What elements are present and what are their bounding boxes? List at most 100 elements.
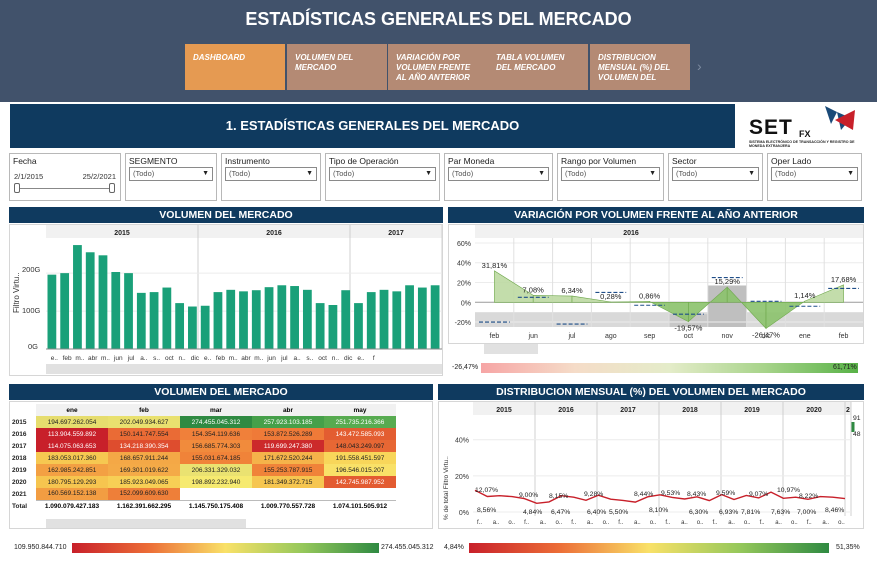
filter-label: Par Moneda: [448, 156, 495, 166]
month-tick-label: m..: [75, 355, 84, 362]
par-moneda-select[interactable]: (Todo) ▼: [448, 167, 549, 181]
rango-volumen-select[interactable]: (Todo) ▼: [561, 167, 660, 181]
month-tick-label: a..: [587, 520, 594, 526]
table-cell: 168.657.911.244: [108, 452, 180, 464]
distribucion-chart-title: DISTRIBUCION MENSUAL (%) DEL VOLUMEN DEL…: [438, 384, 864, 400]
nav-next-arrow-icon[interactable]: ›: [697, 58, 702, 74]
month-tick-label: m..: [101, 355, 110, 362]
instrumento-select[interactable]: (Todo) ▼: [225, 167, 317, 181]
table-row: 2015 194.697.262.054 202.049.934.627 274.45…: [10, 416, 396, 428]
table-cell: 171.672.520.244: [252, 452, 324, 464]
y-tick-label: 20%: [457, 281, 471, 288]
year-label: 2015: [114, 230, 130, 237]
y-tick-label: 60%: [457, 241, 471, 248]
tabla-horizontal-scrollbar[interactable]: [46, 519, 246, 528]
year-label: 2017: [620, 407, 636, 414]
segmento-select[interactable]: (Todo) ▼: [129, 167, 213, 181]
month-tick-label: n..: [332, 355, 339, 362]
distribucion-color-legend: [469, 543, 829, 553]
select-value: (Todo): [775, 169, 797, 178]
volumen-horizontal-scrollbar[interactable]: [46, 364, 442, 374]
month-tick-label: ago: [605, 333, 617, 340]
table-cell: 181.349.372.715: [252, 476, 324, 488]
year-label: 2015: [496, 407, 512, 414]
fecha-slider-end-handle[interactable]: [109, 183, 115, 193]
nav-variacion[interactable]: VARIACIÓN POR VOLUMEN FRENTE AL AÑO ANTE…: [388, 44, 488, 90]
volume-bar: [175, 303, 185, 349]
variacion-legend-min: -26,47%: [452, 364, 479, 371]
filter-segmento: SEGMENTO (Todo) ▼: [125, 153, 217, 201]
top-header: ESTADÍSTICAS GENERALES DEL MERCADO DASHB…: [0, 0, 877, 102]
distribution-annotation: 9,53%: [661, 490, 680, 497]
table-cell: 257.923.103.185: [252, 416, 324, 428]
table-row-year: 2017: [10, 440, 36, 452]
distribution-annotation: 8,22%: [799, 493, 818, 500]
volume-bar: [136, 292, 146, 349]
nav-volumen-mercado[interactable]: VOLUMEN DEL MERCADO: [287, 44, 387, 90]
year-label: 2018: [682, 407, 698, 414]
month-tick-label: jul: [567, 333, 575, 340]
variation-data-label: 6,34%: [561, 286, 583, 295]
variacion-chart-panel: 2016 60% 40% 20% 0% -20% 31,81% 7,08% 6,34% 0,28%…: [448, 224, 864, 344]
sector-select[interactable]: (Todo) ▼: [672, 167, 759, 181]
month-tick-label: abr: [241, 355, 251, 362]
month-tick-label: e..: [204, 355, 211, 362]
month-tick-label: jun: [266, 355, 276, 362]
filter-fecha-label: Fecha: [13, 156, 37, 166]
variation-data-label: 31,81%: [482, 261, 508, 270]
filter-label: SEGMENTO: [129, 156, 178, 166]
nav-distribucion[interactable]: DISTRIBUCION MENSUAL (%) DEL VOLUMEN DEL: [590, 44, 690, 90]
volume-bar: [73, 245, 82, 349]
month-tick-label: a..: [540, 520, 547, 526]
variation-data-label: 1,14%: [794, 291, 816, 300]
variacion-chart-title: VARIACIÓN POR VOLUMEN FRENTE AL AÑO ANTE…: [448, 207, 864, 223]
month-tick-label: feb: [216, 355, 225, 362]
month-tick-label: m..: [254, 355, 263, 362]
oper-lado-select[interactable]: (Todo) ▼: [771, 167, 858, 181]
month-tick-label: ene: [799, 333, 811, 340]
month-tick-label: o..: [791, 520, 798, 526]
app-title: ESTADÍSTICAS GENERALES DEL MERCADO: [245, 9, 632, 29]
nav-tabla-volumen[interactable]: TABLA VOLUMEN DEL MERCADO: [488, 44, 588, 90]
table-cell: [252, 488, 324, 500]
table-cell: 274.455.045.312: [180, 416, 252, 428]
variacion-scrollbar[interactable]: [484, 344, 538, 354]
month-tick-label: f..: [713, 520, 718, 526]
year-label: 2016: [623, 230, 639, 237]
variation-data-label: -19,57%: [674, 324, 702, 333]
fecha-end: 25/2/2021: [82, 172, 116, 181]
distribution-annotation: 9,00%: [519, 492, 538, 499]
filter-label: Tipo de Operación: [329, 156, 399, 166]
logo-caption: SISTEMA ELECTRÓNICO DE TRANSACCIÓN Y REG…: [749, 140, 855, 148]
year-header: [473, 402, 851, 415]
month-tick-label: sep: [644, 333, 655, 340]
fecha-slider-start-handle[interactable]: [14, 183, 20, 193]
chevron-down-icon: ▼: [306, 170, 313, 177]
volume-bar: [354, 303, 363, 349]
volume-bar: [213, 292, 223, 349]
year-label: 2020: [806, 407, 822, 414]
month-tick-label: nov: [722, 333, 734, 340]
month-tick-label: e..: [357, 355, 364, 362]
volume-bar: [430, 285, 440, 349]
distribution-annotation: 48: [853, 431, 861, 438]
volume-bar: [302, 289, 312, 349]
table-header-row: ene feb mar abr may: [10, 404, 396, 416]
table-cell: 180.795.129.293: [36, 476, 108, 488]
variacion-legend-max: 61,71%: [833, 364, 857, 371]
nav-dashboard[interactable]: DASHBOARD: [185, 44, 285, 90]
month-tick-label: feb: [63, 355, 72, 362]
filter-label: Oper Lado: [771, 156, 812, 166]
volume-bar: [188, 306, 197, 349]
month-tick-label: e..: [51, 355, 58, 362]
fecha-slider-track[interactable]: [16, 188, 112, 189]
table-cell: 169.301.019.622: [108, 464, 180, 476]
filter-instrumento: Instrumento (Todo) ▼: [221, 153, 321, 201]
chevron-down-icon: ▼: [425, 170, 432, 177]
tipo-operacion-select[interactable]: (Todo) ▼: [329, 167, 436, 181]
volume-bar: [226, 289, 236, 349]
distribution-annotation: 8,15%: [549, 493, 568, 500]
table-cell: 162.985.242.851: [36, 464, 108, 476]
distribution-annotation: 8,10%: [649, 507, 668, 514]
month-tick-label: f..: [571, 520, 576, 526]
